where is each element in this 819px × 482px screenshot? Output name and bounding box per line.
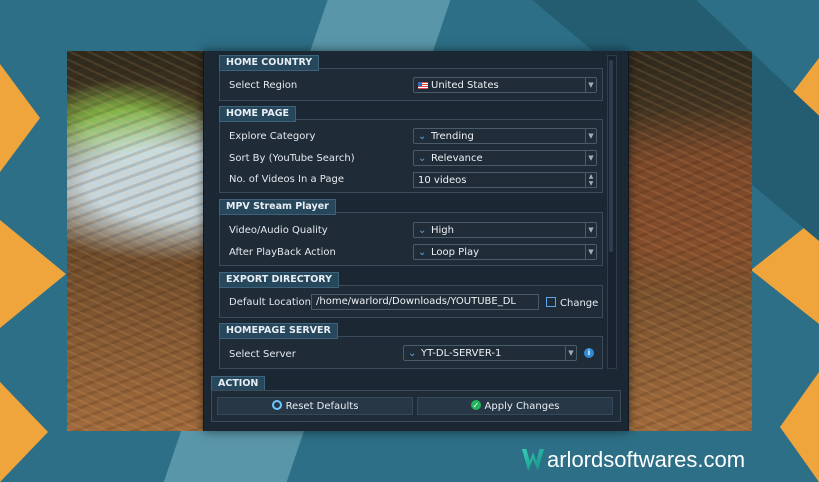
after-playback-label: After PlayBack Action [229, 247, 336, 258]
change-label: Change [560, 298, 599, 309]
explore-category-select[interactable]: ⌄ Trending ▼ [413, 128, 597, 144]
brand-logo-icon [522, 449, 544, 471]
spinner-icon[interactable]: ▲ ▼ [585, 173, 596, 187]
left-orange-triangle [0, 64, 40, 172]
right-orange-triangle-3 [780, 372, 819, 482]
select-region-label: Select Region [229, 80, 298, 91]
left-orange-triangle-2 [0, 220, 66, 328]
region-select[interactable]: United States ▼ [413, 77, 597, 93]
brand-watermark: arlordsoftwares.com [522, 447, 745, 475]
after-playback-value: Loop Play [431, 247, 480, 258]
us-flag-icon [418, 82, 428, 89]
reset-defaults-button[interactable]: Reset Defaults [217, 397, 413, 415]
dropdown-arrow-icon: ▼ [585, 245, 596, 259]
default-location-label: Default Location [229, 297, 312, 308]
apply-changes-label: Apply Changes [484, 401, 560, 412]
select-server-label: Select Server [229, 349, 296, 360]
home-page-title: HOME PAGE [219, 106, 297, 122]
reset-icon [271, 400, 282, 410]
info-icon[interactable]: i [584, 348, 594, 358]
chevron-down-icon: ⌄ [418, 247, 427, 258]
server-select[interactable]: ⌄ YT-DL-SERVER-1 ▼ [403, 345, 577, 361]
chevron-down-icon: ⌄ [408, 348, 417, 359]
sort-by-select[interactable]: ⌄ Relevance ▼ [413, 150, 597, 166]
quality-label: Video/Audio Quality [229, 225, 328, 236]
left-orange-triangle-3 [0, 382, 48, 482]
home-country-title: HOME COUNTRY [219, 55, 320, 71]
mpv-title: MPV Stream Player [219, 199, 336, 215]
dropdown-arrow-icon: ▼ [565, 346, 576, 360]
chevron-down-icon: ▼ [585, 78, 596, 92]
apply-changes-button[interactable]: Apply Changes [417, 397, 613, 415]
after-playback-select[interactable]: ⌄ Loop Play ▼ [413, 244, 597, 260]
videos-per-page-spinner[interactable]: 10 videos ▲ ▼ [413, 172, 597, 188]
scrollbar-thumb[interactable] [609, 60, 613, 252]
dropdown-arrow-icon: ▼ [585, 223, 596, 237]
chevron-down-icon: ⌄ [418, 131, 427, 142]
server-value: YT-DL-SERVER-1 [421, 348, 502, 359]
brand-text: arlordsoftwares.com [547, 447, 746, 472]
export-directory-title: EXPORT DIRECTORY [219, 272, 339, 288]
sort-by-label: Sort By (YouTube Search) [229, 153, 355, 164]
settings-scrollbar[interactable] [607, 55, 617, 369]
dropdown-arrow-icon: ▼ [585, 151, 596, 165]
videos-per-page-label: No. of Videos In a Page [229, 174, 344, 185]
dropdown-arrow-icon: ▼ [585, 129, 596, 143]
quality-value: High [431, 225, 454, 236]
chevron-down-icon: ⌄ [418, 153, 427, 164]
reset-defaults-label: Reset Defaults [285, 401, 359, 412]
sort-by-value: Relevance [431, 153, 483, 164]
check-circle-icon [470, 397, 481, 415]
change-directory-button[interactable]: Change [546, 297, 598, 309]
folder-change-icon [546, 297, 556, 307]
chevron-down-icon: ⌄ [418, 225, 427, 236]
default-location-input[interactable]: /home/warlord/Downloads/YOUTUBE_DL [311, 294, 539, 310]
explore-category-label: Explore Category [229, 131, 316, 142]
homepage-server-title: HOMEPAGE SERVER [219, 323, 338, 339]
explore-category-value: Trending [431, 131, 474, 142]
region-value: United States [431, 80, 499, 91]
quality-select[interactable]: ⌄ High ▼ [413, 222, 597, 238]
videos-per-page-value: 10 videos [418, 175, 467, 186]
